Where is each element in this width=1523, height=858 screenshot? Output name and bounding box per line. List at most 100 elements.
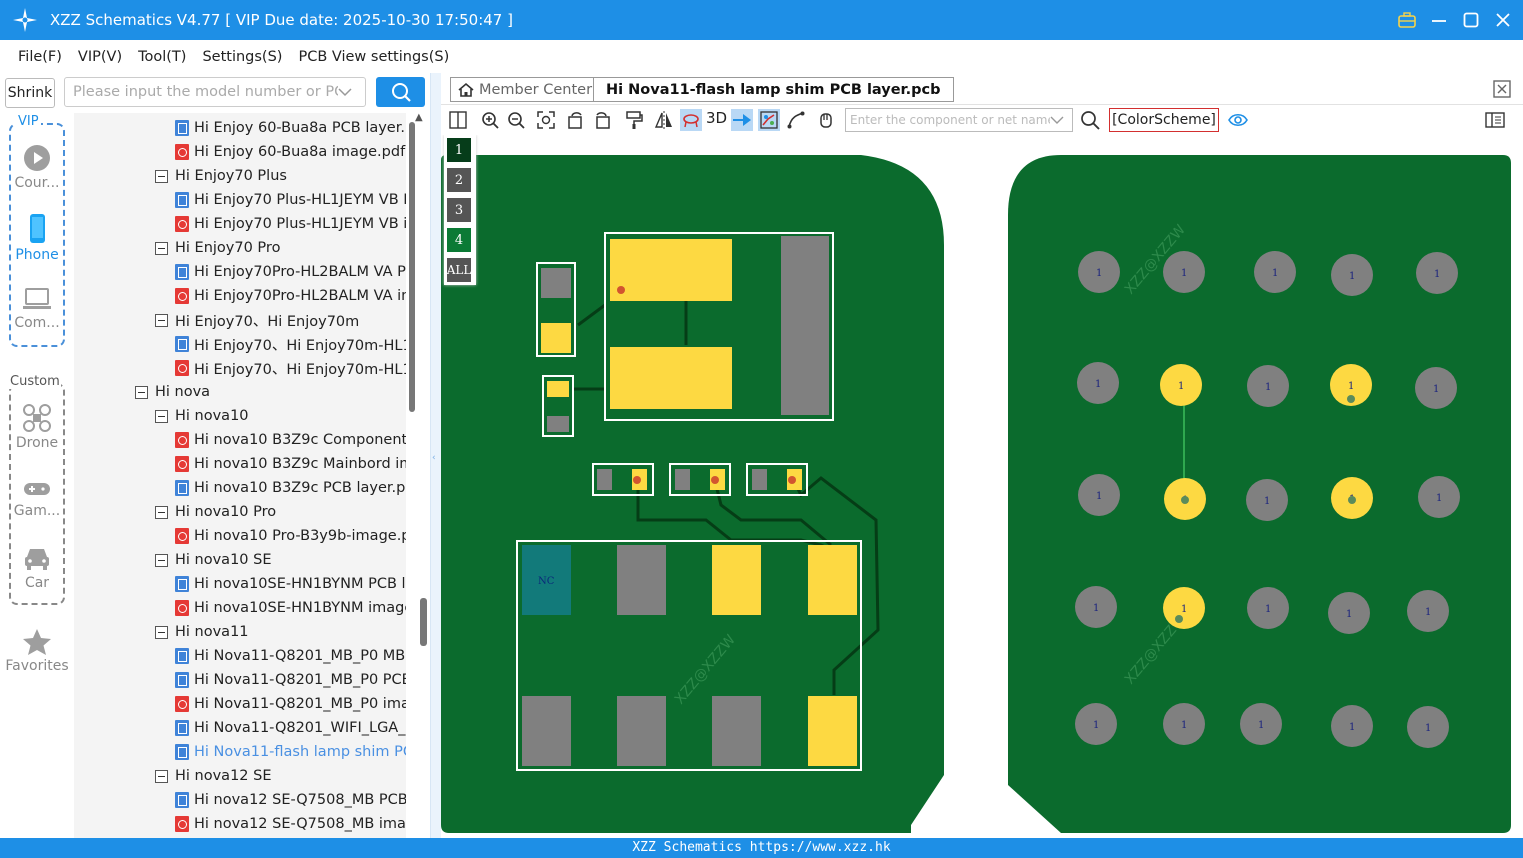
tree-folder[interactable]: Hi nova bbox=[135, 380, 210, 404]
pcb-file-icon bbox=[175, 336, 189, 352]
flip-board-icon[interactable] bbox=[680, 109, 702, 131]
format-painter-icon[interactable] bbox=[623, 109, 645, 131]
measure-curve-icon[interactable] bbox=[785, 109, 807, 131]
collapse-icon[interactable] bbox=[135, 385, 148, 399]
eye-icon[interactable] bbox=[1227, 109, 1249, 131]
collapse-icon[interactable] bbox=[155, 625, 168, 639]
shrink-button[interactable]: Shrink bbox=[5, 78, 55, 108]
color-scheme-button[interactable]: [ColorScheme] bbox=[1109, 108, 1219, 132]
tree-file[interactable]: Hi Enjoy70 Plus-HL1JEYM VB PC bbox=[175, 188, 406, 212]
chevron-down-icon[interactable] bbox=[1050, 115, 1064, 125]
tree-file[interactable]: Hi nova10SE-HN1BYNM PCB lay bbox=[175, 572, 406, 596]
tree-file[interactable]: Hi Nova11-Q8201_MB_P0 MB+S bbox=[175, 644, 406, 668]
menu-tool[interactable]: Tool(T) bbox=[138, 49, 186, 65]
sidebar-item-games[interactable]: Gam... bbox=[0, 477, 74, 519]
maximize-button[interactable] bbox=[1461, 10, 1481, 30]
close-button[interactable] bbox=[1493, 10, 1513, 30]
close-tabs-icon[interactable] bbox=[1493, 80, 1511, 102]
scroll-thumb[interactable] bbox=[409, 122, 415, 412]
tree-file[interactable]: Hi Nova11-Q8201_MB_P0 image bbox=[175, 692, 406, 716]
tree-folder[interactable]: Hi nova11 bbox=[155, 620, 249, 644]
tree-file[interactable]: Hi nova10 B3Z9c PCB layer.pcb bbox=[175, 476, 406, 500]
collapse-icon[interactable] bbox=[155, 169, 168, 183]
tree-file[interactable]: Hi nova12 SE-Q7508_MB PCB la bbox=[175, 788, 406, 812]
tree-file[interactable]: Hi Nova11-Q8201_WIFI_LGA_P1 bbox=[175, 716, 406, 740]
sidebar-item-phone[interactable]: Phone bbox=[0, 213, 74, 263]
tree-file[interactable]: Hi nova10 Pro-B3y9b-image.pd bbox=[175, 524, 406, 548]
rotate-right-icon[interactable] bbox=[591, 109, 613, 131]
tree-file[interactable]: Hi Nova11-Q8201_MB_P0 PCB l bbox=[175, 668, 406, 692]
menu-file[interactable]: File(F) bbox=[18, 49, 62, 65]
scroll-thumb-secondary[interactable] bbox=[420, 598, 427, 646]
zoom-in-icon[interactable] bbox=[479, 109, 501, 131]
sidebar-item-car[interactable]: Car bbox=[0, 545, 74, 591]
split-view-icon[interactable] bbox=[447, 109, 469, 131]
menu-pcb-view-settings[interactable]: PCB View settings(S) bbox=[298, 49, 449, 65]
sidebar-panel-icon[interactable] bbox=[1484, 109, 1506, 131]
layer-2-button[interactable]: 2 bbox=[447, 168, 471, 192]
collapse-icon[interactable] bbox=[155, 505, 168, 519]
tree-scrollbar[interactable]: ▲ bbox=[406, 108, 430, 838]
tree-file[interactable]: Hi Enjoy70、Hi Enjoy70m-HL1M bbox=[175, 356, 406, 380]
tree-file[interactable]: Hi Enjoy70Pro-HL2BALM VA PC bbox=[175, 260, 406, 284]
model-search-input[interactable] bbox=[73, 84, 338, 100]
model-search-box[interactable] bbox=[64, 77, 366, 107]
collapse-icon[interactable] bbox=[155, 241, 168, 255]
sidebar-item-computer[interactable]: Com... bbox=[0, 285, 74, 331]
sidebar-item-drone[interactable]: Drone bbox=[0, 403, 74, 451]
tree-folder[interactable]: Hi nova10 bbox=[155, 404, 249, 428]
pad-number: 1 bbox=[1181, 268, 1187, 279]
tree-file[interactable]: Hi Enjoy70、Hi Enjoy70m-HL1M bbox=[175, 332, 406, 356]
tree-label: Hi Nova11-Q8201_MB_P0 MB+S bbox=[194, 648, 406, 664]
tree-folder[interactable]: Hi Enjoy70 Pro bbox=[155, 236, 280, 260]
collapse-icon[interactable] bbox=[155, 769, 168, 783]
net-search-box[interactable] bbox=[845, 108, 1073, 132]
tree-file[interactable]: Hi nova10 B3Z9c Component e: bbox=[175, 428, 406, 452]
sidebar-item-favorites[interactable]: Favorites bbox=[0, 628, 74, 674]
layer-1-button[interactable]: 1 bbox=[447, 138, 471, 162]
tree-folder[interactable]: Hi nova10 Pro bbox=[155, 500, 276, 524]
net-trace-icon[interactable] bbox=[758, 109, 780, 131]
panel-splitter[interactable]: ‹ bbox=[430, 73, 441, 838]
pcb-canvas[interactable]: NC XZZ@XZZW XZZ@XZZW XZZ@XZZW 1 1 1 1 1 1 1 1 1 1 1 1 1 1… bbox=[441, 135, 1523, 838]
search-net-icon[interactable] bbox=[1079, 109, 1101, 131]
tree-folder[interactable]: Hi Enjoy70 Plus bbox=[155, 164, 287, 188]
net-search-input[interactable] bbox=[850, 113, 1050, 127]
tab-member-center[interactable]: Member Center bbox=[450, 77, 600, 102]
collapse-arrow-icon[interactable]: ‹ bbox=[432, 453, 436, 463]
layer-4-button[interactable]: 4 bbox=[447, 228, 471, 252]
layer-all-button[interactable]: ALL bbox=[447, 258, 471, 282]
mirror-icon[interactable] bbox=[653, 109, 675, 131]
rotate-left-icon[interactable] bbox=[565, 109, 587, 131]
tree-file[interactable]: Hi Enjoy 60-Bua8a image.pdf bbox=[175, 140, 405, 164]
tab-document[interactable]: Hi Nova11-flash lamp shim PCB layer.pcb bbox=[593, 77, 954, 102]
collapse-icon[interactable] bbox=[155, 553, 168, 567]
tree-folder[interactable]: Hi nova10 SE bbox=[155, 548, 272, 572]
menu-vip[interactable]: VIP(V) bbox=[78, 49, 122, 65]
layer-3-button[interactable]: 3 bbox=[447, 198, 471, 222]
collapse-icon[interactable] bbox=[155, 409, 168, 423]
minimize-button[interactable] bbox=[1429, 10, 1449, 30]
view-3d-button[interactable]: 3D bbox=[706, 109, 727, 127]
sidebar-item-courses[interactable]: Cour... bbox=[0, 143, 74, 191]
tree-file[interactable]: Hi Enjoy70Pro-HL2BALM VA im bbox=[175, 284, 406, 308]
menu-settings[interactable]: Settings(S) bbox=[202, 49, 282, 65]
fit-view-icon[interactable] bbox=[535, 109, 557, 131]
scroll-up-icon[interactable]: ▲ bbox=[415, 112, 423, 123]
tree-file[interactable]: Hi nova10SE-HN1BYNM image. bbox=[175, 596, 406, 620]
highlight-net-icon[interactable] bbox=[731, 109, 753, 131]
collapse-icon[interactable] bbox=[155, 313, 168, 327]
zoom-out-icon[interactable] bbox=[505, 109, 527, 131]
hand-pan-icon[interactable] bbox=[815, 109, 837, 131]
pcb-drawing[interactable]: NCXZZ@XZZWXZZ@XZZWXZZ@XZZW1 1 1 1 11 1 1 1 11 1 11… bbox=[441, 135, 1523, 838]
tree-file[interactable]: Hi nova10 B3Z9c Mainbord ima bbox=[175, 452, 406, 476]
tree-file[interactable]: Hi Enjoy70 Plus-HL1JEYM VB im bbox=[175, 212, 406, 236]
tree-folder[interactable]: Hi Enjoy70、Hi Enjoy70m bbox=[155, 308, 359, 332]
chevron-down-icon[interactable] bbox=[338, 87, 352, 97]
tree-file[interactable]: Hi Nova11-flash lamp shim PCB bbox=[175, 740, 406, 764]
search-button[interactable] bbox=[376, 77, 425, 107]
tree-folder[interactable]: Hi nova12 SE bbox=[155, 764, 272, 788]
tree-file[interactable]: Hi Enjoy 60-Bua8a PCB layer.pc bbox=[175, 116, 406, 140]
tree-file[interactable]: Hi nova12 SE-Q7508_MB image bbox=[175, 812, 406, 836]
briefcase-icon[interactable] bbox=[1397, 10, 1417, 30]
